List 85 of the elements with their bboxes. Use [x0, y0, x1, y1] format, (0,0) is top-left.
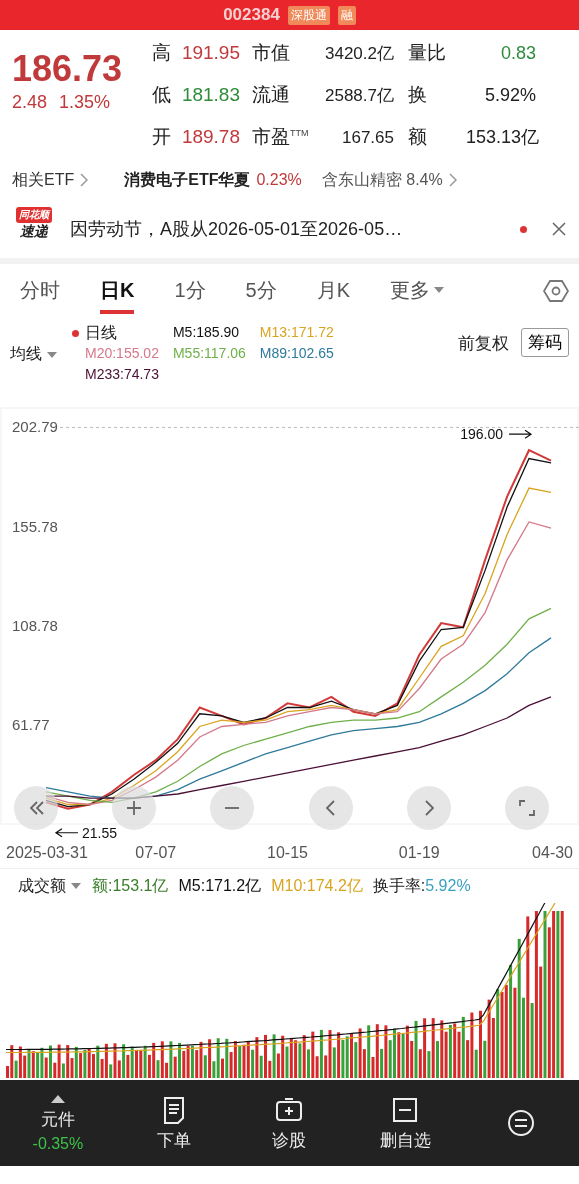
- status-dot: [72, 330, 79, 337]
- nav-item[interactable]: 下单: [115, 1094, 232, 1152]
- stat-value: 191.95: [180, 42, 240, 64]
- axis-label: 2025-03-31: [6, 844, 88, 861]
- legend-item: M89:102.65: [259, 344, 334, 363]
- zoom-out-button[interactable]: [210, 786, 255, 830]
- stat-label: 市值: [252, 41, 291, 65]
- news-logo: 同花顺 速递: [12, 207, 56, 251]
- axis-label: 108.78: [12, 616, 58, 634]
- pointer-arrow: [508, 429, 533, 439]
- price-marker: 196.00: [460, 426, 504, 443]
- stat-label: 额: [408, 125, 428, 149]
- axis-label: 10-15: [267, 844, 308, 861]
- period-tab[interactable]: 月K: [316, 268, 351, 314]
- caret-up-icon: [49, 1093, 66, 1104]
- stat-label: 开: [152, 125, 172, 149]
- period-tab[interactable]: 日K: [100, 268, 135, 314]
- chips-button[interactable]: 筹码: [521, 328, 569, 357]
- turnover-value: 5.92%: [425, 877, 471, 895]
- more-menu[interactable]: 更多: [390, 268, 446, 314]
- legend-item: M55:117.06: [172, 344, 246, 363]
- legend-title: 日线: [85, 323, 118, 343]
- axis-label: 01-19: [398, 844, 440, 861]
- percent-change: 1.35%: [59, 92, 111, 113]
- settings-icon[interactable]: [543, 278, 569, 304]
- legend-item: M20:155.02: [85, 344, 159, 363]
- legend-item: M233:74.73: [85, 365, 159, 384]
- caret-icon: [70, 882, 82, 890]
- caret-icon: [46, 350, 58, 359]
- axis-label: 61.77: [12, 715, 50, 733]
- stat-label: 流通: [252, 83, 291, 107]
- legend-item: M13:171.72: [259, 323, 334, 342]
- previous-button[interactable]: [308, 786, 353, 830]
- legend-item: M10:174.2亿: [271, 875, 363, 896]
- period-tab[interactable]: 1分: [174, 268, 206, 314]
- related-etf-link[interactable]: 相关ETF: [12, 169, 75, 191]
- volume-dropdown[interactable]: 成交额: [18, 875, 82, 897]
- legend-item: 额:153.1亿: [92, 875, 169, 896]
- zoom-in-button[interactable]: [112, 786, 157, 830]
- chevron-right-icon: [448, 173, 457, 187]
- stat-value: 167.65: [341, 128, 394, 148]
- etf-change: 0.23%: [256, 171, 302, 189]
- stat-label: 高: [152, 41, 172, 65]
- legend-item: M5:185.90: [172, 323, 241, 342]
- axis-label: 202.79: [12, 418, 58, 436]
- nav-item[interactable]: 诊股: [231, 1094, 348, 1152]
- price-marker: 21.55: [81, 824, 117, 841]
- period-tab[interactable]: 分时: [20, 268, 60, 314]
- nav-item[interactable]: 删自选: [347, 1094, 464, 1152]
- stat-value: 181.83: [180, 84, 240, 106]
- axis-label: 04-30: [532, 844, 573, 861]
- current-price: 186.73: [12, 48, 124, 90]
- stock-code: 002384: [223, 5, 280, 25]
- zoom-out-icon: [224, 806, 241, 810]
- adjustment-mode[interactable]: 前复权: [458, 332, 509, 355]
- stat-label: 低: [152, 83, 172, 107]
- fullscreen-icon: [516, 798, 537, 818]
- stat-label: 量比: [408, 41, 447, 65]
- stat-value: 189.78: [180, 126, 240, 148]
- stat-value: 0.83: [499, 43, 536, 64]
- etf-holding: 含东山精密 8.4%: [321, 169, 443, 190]
- stat-value: 3420.2亿: [324, 43, 394, 65]
- period-tab[interactable]: 5分: [245, 268, 277, 314]
- legend-item: M5:171.2亿: [178, 875, 262, 896]
- tag: 深股通: [287, 5, 330, 25]
- stat-value: 5.92%: [483, 85, 536, 106]
- etf-name: 消费电子ETF华夏: [124, 169, 251, 190]
- chevron-right-icon: [80, 173, 89, 187]
- axis-label: 07-07: [135, 844, 177, 861]
- menu-icon: [506, 1108, 537, 1138]
- news-headline[interactable]: 因劳动节，A股从2026-05-01至2026-05…: [70, 217, 506, 241]
- turnover-label: 换手率:: [372, 875, 426, 896]
- axis-label: 155.78: [12, 517, 58, 535]
- stat-value: 2588.7亿: [324, 85, 394, 107]
- stat-label: 市盈$^{TTM}$: [252, 125, 310, 149]
- close-icon[interactable]: [551, 221, 567, 237]
- indicator-dropdown[interactable]: 均线: [10, 344, 58, 365]
- rewind-button[interactable]: [14, 786, 58, 830]
- tag: 融: [337, 5, 356, 25]
- nav-item[interactable]: 元件 -0.35%: [0, 1093, 116, 1153]
- caret-icon: [433, 286, 446, 294]
- next-button[interactable]: [406, 786, 451, 830]
- pointer-arrow: [54, 828, 79, 838]
- price-change: 2.48: [12, 92, 48, 113]
- stat-label: 换: [408, 83, 428, 107]
